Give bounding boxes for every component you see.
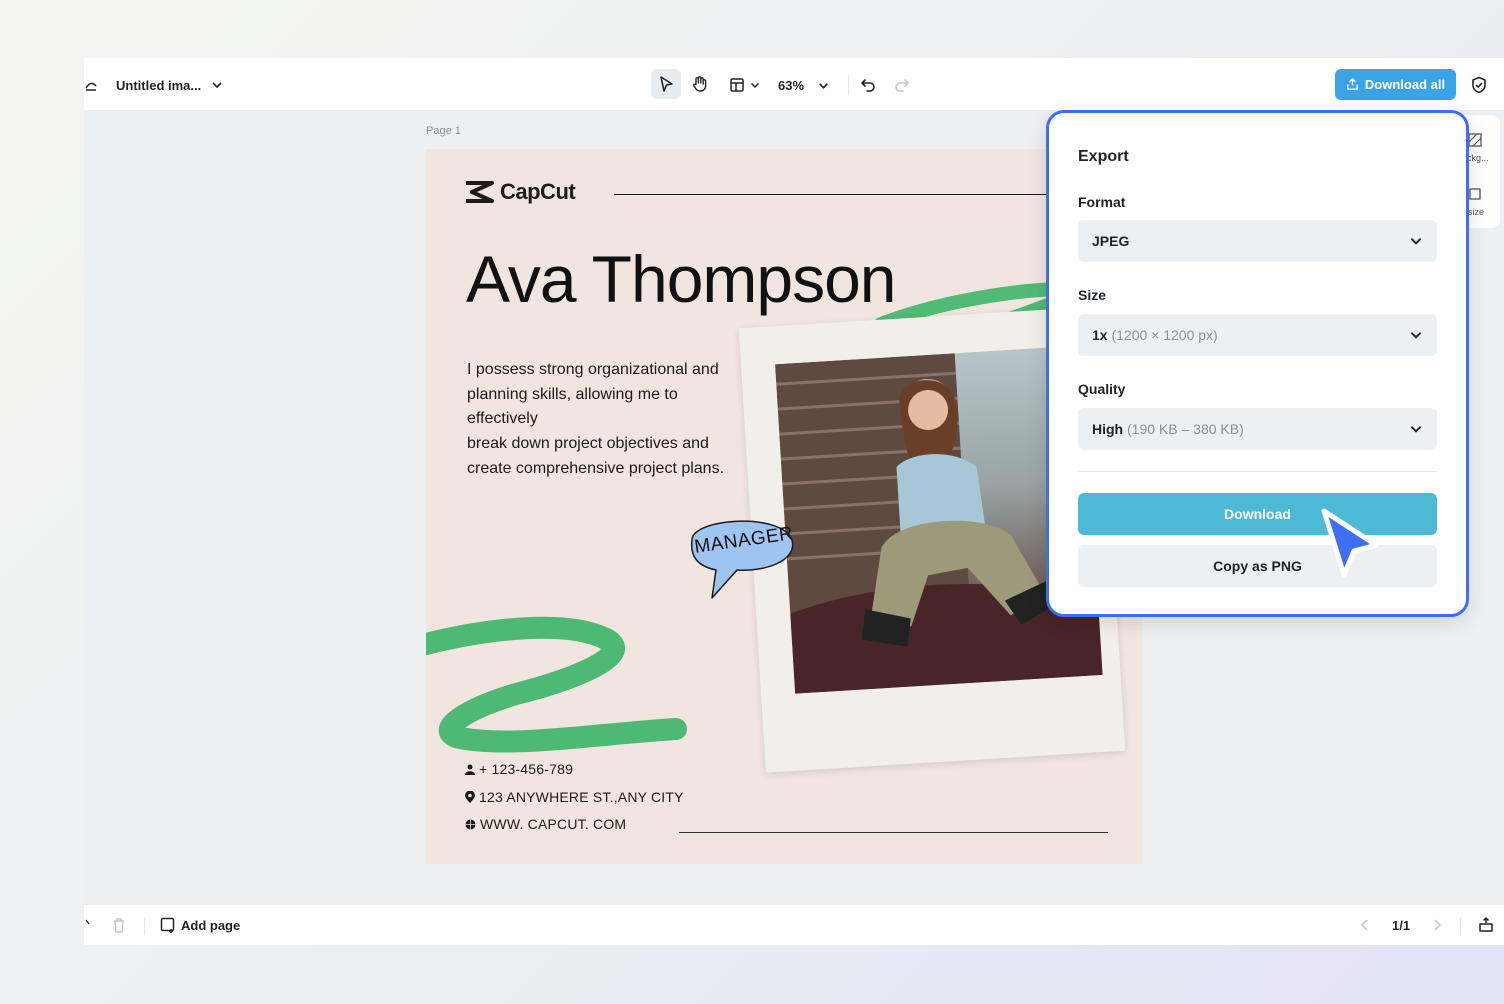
contact-website-text: WWW. CAPCUT. COM [480, 816, 627, 832]
brand-text: CapCut [500, 179, 576, 204]
document-title[interactable]: Untitled ima... [116, 75, 223, 95]
hand-tool-button[interactable] [685, 69, 715, 99]
format-label: Format [1078, 194, 1126, 210]
export-panel: Export Format JPEG Size 1x (1200 × 1200 … [1046, 110, 1469, 617]
bottom-status-bar: Add page 1/1 [84, 904, 1504, 945]
mouse-cursor-icon [1321, 508, 1379, 578]
cursor-arrow-icon [660, 76, 673, 92]
profile-name[interactable]: Ava Thompson [466, 241, 897, 317]
select-tool-button[interactable] [651, 69, 681, 99]
document-title-text: Untitled ima... [116, 77, 202, 93]
size-detail: (1200 × 1200 px) [1111, 327, 1218, 343]
add-page-button[interactable]: Add page [160, 917, 240, 933]
layout-menu-button[interactable] [724, 74, 764, 96]
chevron-down-icon [212, 82, 222, 89]
shield-check-icon [1472, 76, 1486, 94]
zoom-select[interactable]: 63% [778, 74, 829, 96]
side-tool-panel: ckg... size [1464, 115, 1500, 228]
contact-website[interactable]: WWW. CAPCUT. COM [465, 816, 626, 832]
chevron-down-icon [1410, 426, 1422, 433]
next-page-icon[interactable] [1432, 918, 1442, 937]
share-icon[interactable] [1478, 917, 1494, 938]
export-icon [1347, 78, 1358, 90]
chevron-down-icon [819, 82, 828, 89]
page-counter: 1/1 [1392, 918, 1411, 933]
download-all-label: Download all [1364, 77, 1446, 92]
side-item-background[interactable]: ckg... [1467, 153, 1489, 163]
quality-detail: (190 KB – 380 KB) [1127, 421, 1244, 437]
capcut-logo-icon [466, 181, 494, 203]
format-value: JPEG [1092, 233, 1130, 249]
contact-address-text: 123 ANYWHERE ST.,ANY CITY [479, 789, 684, 805]
chevron-down-icon [750, 82, 759, 89]
size-select[interactable]: 1x (1200 × 1200 px) [1078, 314, 1437, 356]
export-divider [1078, 471, 1437, 472]
capcut-logo: CapCut [464, 179, 576, 205]
location-pin-icon [465, 791, 475, 803]
quality-value: High [1092, 421, 1124, 437]
collapse-icon[interactable] [84, 917, 92, 936]
prev-page-icon[interactable] [1360, 918, 1370, 937]
contact-phone[interactable]: + 123-456-789 [465, 761, 573, 777]
status-divider [1460, 917, 1461, 935]
trash-icon[interactable] [112, 917, 126, 938]
contact-phone-text: + 123-456-789 [479, 761, 574, 777]
profile-bio[interactable]: I possess strong organizational and plan… [467, 358, 742, 482]
export-title: Export [1078, 148, 1129, 165]
globe-icon [465, 819, 476, 829]
status-divider [144, 917, 145, 935]
chevron-down-icon [1410, 238, 1422, 245]
menu-icon[interactable] [84, 75, 98, 95]
resize-icon[interactable] [1468, 187, 1482, 203]
redo-button[interactable] [892, 74, 912, 96]
background-icon[interactable] [1468, 133, 1482, 149]
download-all-button[interactable]: Download all [1335, 69, 1456, 100]
quality-select[interactable]: High (190 KB – 380 KB) [1078, 408, 1437, 450]
undo-button[interactable] [858, 74, 878, 96]
undo-icon [861, 79, 875, 92]
page-label: Page 1 [426, 125, 461, 137]
size-label: Size [1078, 287, 1107, 303]
top-toolbar: Untitled ima... 63% Download all [84, 58, 1504, 111]
contact-address[interactable]: 123 ANYWHERE ST.,ANY CITY [465, 789, 684, 805]
add-page-label: Add page [181, 917, 241, 933]
size-value: 1x [1092, 327, 1108, 343]
redo-icon [895, 79, 909, 92]
quality-label: Quality [1078, 381, 1126, 397]
side-item-resize[interactable]: size [1468, 207, 1484, 217]
footer-rule [679, 832, 1108, 833]
layout-icon [729, 78, 744, 92]
person-icon [465, 764, 475, 775]
add-page-icon [160, 917, 175, 933]
zoom-value: 63% [778, 77, 805, 93]
chevron-down-icon [1410, 332, 1422, 339]
format-select[interactable]: JPEG [1078, 220, 1437, 262]
design-canvas[interactable]: CapCut Ava Thompson I possess strong org… [426, 149, 1142, 864]
shield-button[interactable] [1467, 73, 1491, 97]
hand-icon [693, 76, 707, 92]
toolbar-divider [848, 75, 849, 95]
